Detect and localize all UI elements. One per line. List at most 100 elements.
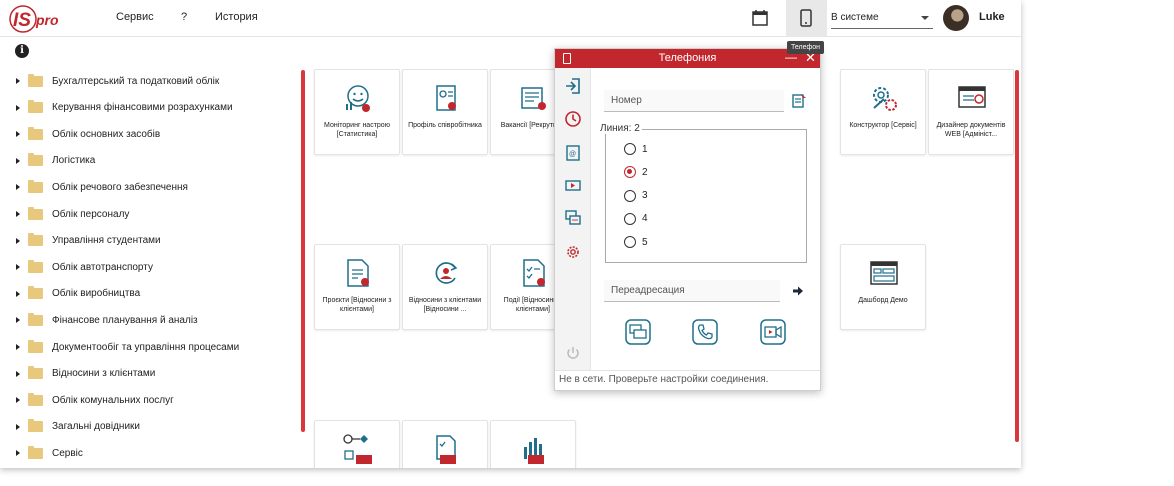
app-tile[interactable] bbox=[402, 420, 488, 468]
video-call-button[interactable] bbox=[760, 319, 786, 345]
folder-icon bbox=[28, 339, 43, 353]
app-window: IS pro Сервис ? История В системе Luke Т… bbox=[0, 0, 1021, 468]
app-tile[interactable] bbox=[314, 420, 400, 468]
tree-item[interactable]: Загальні довідники bbox=[16, 414, 140, 440]
mobile-phone-icon bbox=[800, 9, 812, 27]
tree-item-label: Облік персоналу bbox=[52, 208, 130, 220]
folder-icon bbox=[28, 153, 43, 167]
app-tile[interactable]: Конструктор [Сервіс] bbox=[840, 69, 926, 155]
caret-right-icon[interactable] bbox=[16, 344, 20, 350]
app-tile[interactable] bbox=[490, 420, 576, 468]
bpm-flow-icon bbox=[343, 434, 372, 464]
history-clock-icon[interactable] bbox=[564, 110, 582, 128]
login-icon[interactable] bbox=[564, 77, 582, 95]
tree-item-label: Облік основних засобів bbox=[52, 128, 161, 140]
caret-right-icon[interactable] bbox=[16, 397, 20, 404]
power-icon[interactable] bbox=[564, 344, 582, 362]
caret-right-icon[interactable] bbox=[16, 157, 20, 164]
menu-service[interactable]: Сервис bbox=[116, 11, 154, 23]
tree-item-label: Бухгалтерський та податковий облік bbox=[52, 75, 220, 87]
folder-icon bbox=[28, 100, 43, 114]
calendar-icon[interactable] bbox=[751, 9, 769, 27]
caret-right-icon[interactable] bbox=[16, 264, 20, 271]
tree-item[interactable]: Відносини з клієнтами bbox=[16, 361, 155, 387]
line-option[interactable]: 1 bbox=[624, 142, 648, 156]
tree-item[interactable]: Облік персоналу bbox=[16, 201, 129, 227]
caret-right-icon[interactable] bbox=[16, 104, 20, 111]
menu-help[interactable]: ? bbox=[181, 11, 187, 23]
radio-button[interactable] bbox=[624, 189, 636, 202]
folder-icon bbox=[28, 445, 43, 459]
app-tile[interactable]: Проєкти [Відносини з клієнтами] bbox=[314, 244, 400, 330]
folder-icon bbox=[28, 419, 43, 433]
phone-tooltip: Телефон bbox=[787, 41, 824, 54]
tree-item[interactable]: Документообіг та управління процесами bbox=[16, 334, 239, 360]
caret-right-icon[interactable] bbox=[16, 131, 20, 138]
folder-icon bbox=[28, 286, 43, 300]
chat-icon[interactable] bbox=[564, 209, 582, 227]
tree-item-label: Сервіс bbox=[52, 447, 83, 459]
line-option-label: 3 bbox=[642, 190, 648, 202]
tree-item[interactable]: Сервіс bbox=[16, 440, 83, 466]
phone-button[interactable] bbox=[786, 0, 827, 37]
caret-right-icon[interactable] bbox=[16, 78, 20, 84]
tree-item[interactable]: Облік автотранспорту bbox=[16, 254, 153, 280]
radio-button[interactable] bbox=[624, 166, 636, 179]
caret-right-icon[interactable] bbox=[16, 317, 20, 324]
ispro-logo[interactable]: IS pro bbox=[8, 2, 68, 34]
line-option[interactable]: 2 bbox=[624, 165, 648, 179]
app-tile-label: Конструктор [Сервіс] bbox=[849, 122, 917, 129]
caret-right-icon[interactable] bbox=[16, 370, 20, 377]
radio-button[interactable] bbox=[624, 236, 636, 249]
tree-item[interactable]: Керування фінансовими розрахунками bbox=[16, 95, 233, 121]
address-book-icon[interactable] bbox=[791, 92, 808, 109]
app-tile[interactable]: Моніторинг настрою [Статистика] bbox=[314, 69, 400, 155]
app-tile[interactable]: Профіль співробітника bbox=[402, 69, 488, 155]
caret-right-icon[interactable] bbox=[16, 290, 20, 297]
tree-scrollbar[interactable] bbox=[301, 70, 305, 432]
caret-right-icon[interactable] bbox=[16, 211, 20, 217]
svg-text:pro: pro bbox=[35, 12, 59, 28]
video-icon[interactable] bbox=[564, 176, 582, 194]
caret-right-icon[interactable] bbox=[16, 184, 20, 191]
app-tile[interactable]: Відносини з клієнтами [Відносини ... bbox=[402, 244, 488, 330]
chat-call-button[interactable] bbox=[625, 319, 651, 345]
settings-gear-icon[interactable] bbox=[564, 243, 582, 261]
line-option[interactable]: 4 bbox=[624, 212, 648, 226]
radio-button[interactable] bbox=[624, 212, 636, 225]
tree-item[interactable]: Фінансове планування й аналіз bbox=[16, 307, 198, 333]
chevron-down-icon bbox=[921, 16, 929, 20]
telephony-header[interactable]: Телефония — ✕ bbox=[555, 49, 820, 68]
caret-right-icon[interactable] bbox=[16, 450, 20, 457]
redirect-input[interactable]: Переадресация bbox=[604, 280, 780, 302]
avatar[interactable] bbox=[943, 5, 969, 31]
caret-right-icon[interactable] bbox=[16, 237, 20, 244]
app-tile[interactable]: Дашборд Демо bbox=[840, 244, 926, 330]
tree-item[interactable]: Управління студентами bbox=[16, 228, 161, 254]
caret-right-icon[interactable] bbox=[16, 423, 20, 430]
app-tile-label: Дашборд Демо bbox=[858, 297, 908, 304]
app-tile-label: Проєкти [Відносини з клієнтами] bbox=[322, 297, 392, 313]
telephony-panel: Телефония — ✕ @ Номер Линия: 2 1 2 3 4 5… bbox=[554, 48, 821, 391]
menu-history[interactable]: История bbox=[215, 11, 258, 23]
app-tile-label: Дизайнер документів WEB [Адмініст... bbox=[936, 122, 1006, 138]
tree-item[interactable]: Облік основних засобів bbox=[16, 121, 160, 147]
tiles-scrollbar[interactable] bbox=[1015, 70, 1019, 442]
tree-item[interactable]: Логістика bbox=[16, 148, 95, 174]
folder-icon bbox=[28, 73, 43, 87]
radio-button[interactable] bbox=[624, 143, 636, 155]
app-tile[interactable]: Дизайнер документів WEB [Адмініст... bbox=[928, 69, 1014, 155]
voice-call-button[interactable] bbox=[692, 319, 718, 345]
tree-item[interactable]: Облік виробництва bbox=[16, 281, 140, 307]
tree-item-label: Управління студентами bbox=[52, 235, 161, 247]
line-option[interactable]: 5 bbox=[624, 235, 648, 249]
arrow-right-icon[interactable] bbox=[792, 285, 804, 297]
tree-item[interactable]: Бухгалтерський та податковий облік bbox=[16, 68, 219, 94]
info-icon[interactable]: i bbox=[15, 44, 29, 58]
presence-status-select[interactable]: В системе bbox=[831, 9, 933, 29]
contacts-icon[interactable]: @ bbox=[564, 144, 582, 162]
phone-number-input[interactable]: Номер bbox=[604, 90, 784, 112]
tree-item[interactable]: Облік комунальних послуг bbox=[16, 387, 174, 413]
line-option[interactable]: 3 bbox=[624, 189, 648, 203]
tree-item[interactable]: Облік речового забезпечення bbox=[16, 174, 188, 200]
